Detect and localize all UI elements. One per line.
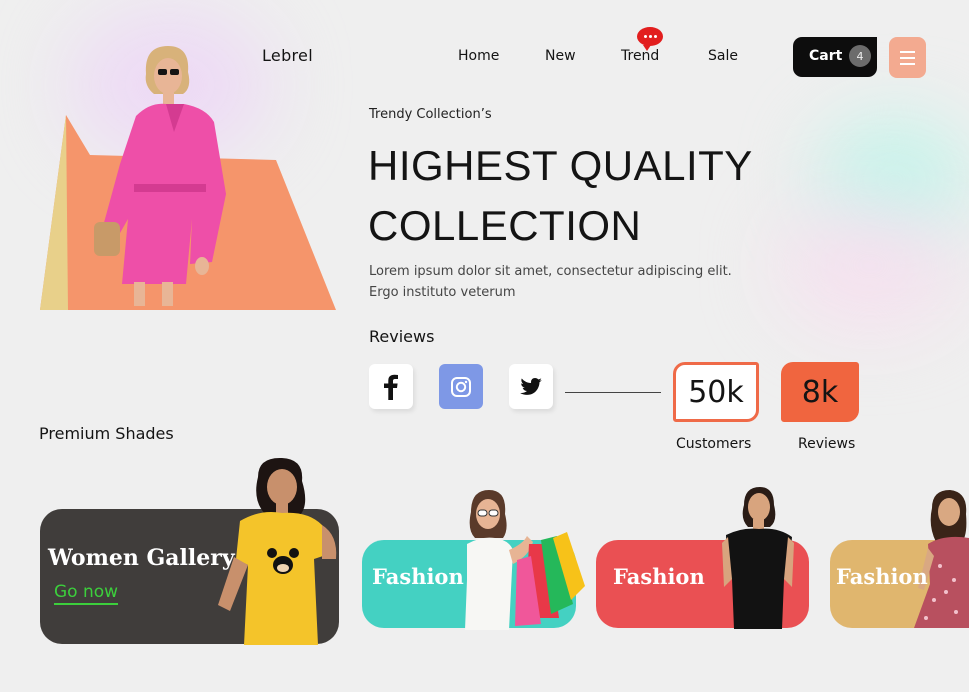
instagram-icon <box>451 376 471 397</box>
facebook-icon <box>384 374 398 400</box>
hero-headline-line-2: COLLECTION <box>368 202 642 249</box>
customers-stat-value: 50k <box>673 362 759 422</box>
hero-description: Lorem ipsum dolor sit amet, consectetur … <box>369 264 732 300</box>
cart-label: Cart <box>809 48 843 64</box>
hamburger-menu-icon[interactable] <box>889 37 926 78</box>
hero-headline-line-1: HIGHEST QUALITY <box>368 142 753 189</box>
hero-headline: HIGHEST QUALITY COLLECTION <box>368 136 808 256</box>
nav-new[interactable]: New <box>545 48 576 64</box>
reviews-heading: Reviews <box>369 327 435 346</box>
background-glow <box>820 120 969 240</box>
twitter-icon <box>520 377 542 395</box>
fashion-card-title: Fashion <box>613 564 705 589</box>
fashion-card-title: Fashion <box>372 564 464 589</box>
customers-stat-label: Customers <box>676 436 752 452</box>
twitter-button[interactable] <box>509 364 553 409</box>
nav-home[interactable]: Home <box>458 48 499 64</box>
model-floral-dress-image <box>914 490 969 628</box>
facebook-button[interactable] <box>369 364 413 409</box>
hero-kicker: Trendy Collection’s <box>369 107 492 122</box>
go-now-link[interactable]: Go now <box>54 583 119 605</box>
reviews-stat-value: 8k <box>781 362 859 422</box>
model-black-tee-image <box>722 487 794 629</box>
premium-shades-title: Premium Shades <box>39 424 174 443</box>
nav-trend[interactable]: Trend <box>621 48 659 64</box>
nav-sale[interactable]: Sale <box>708 48 738 64</box>
cart-count-badge: 4 <box>849 45 871 67</box>
fashion-card-title: Fashion <box>836 564 928 589</box>
cart-button[interactable]: Cart 4 <box>793 37 877 77</box>
reviews-stat-label: Reviews <box>798 436 856 452</box>
women-gallery-title: Women Gallery <box>48 545 235 571</box>
model-shopping-bags-image <box>465 490 585 630</box>
brand-logo[interactable]: Lebrel <box>262 46 313 65</box>
hero-model-image <box>94 46 226 306</box>
divider-line <box>565 392 661 393</box>
instagram-button[interactable] <box>439 364 483 409</box>
chat-bubble-icon <box>637 27 663 51</box>
